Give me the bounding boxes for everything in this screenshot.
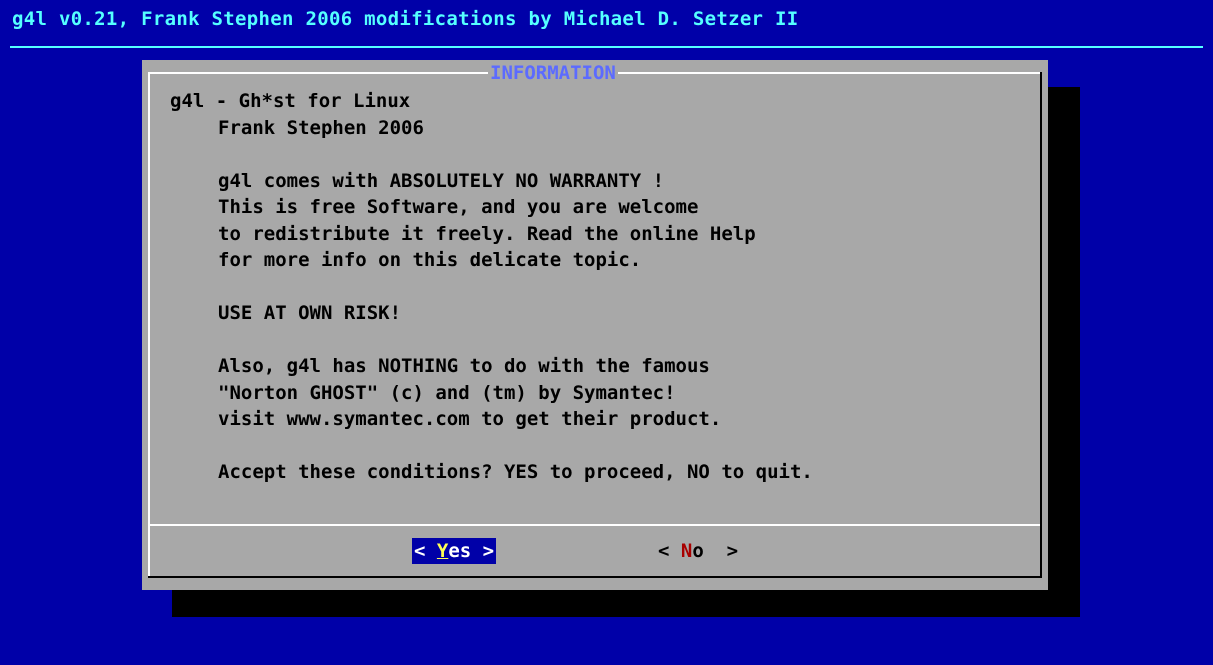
dialog-frame-right [1040,72,1042,578]
message-line: Also, g4l has NOTHING to do with the fam… [218,355,710,377]
message-line: visit www.symantec.com to get their prod… [218,408,722,430]
yes-button-label: es [448,540,472,562]
button-row: < Yes > < No > [142,538,1048,568]
message-line [170,274,813,301]
backtitle-rule [10,46,1203,48]
no-button[interactable]: < No > [656,538,740,564]
message-line: USE AT OWN RISK! [218,302,402,324]
no-button-close: > [703,540,739,562]
button-separator [150,524,1040,526]
message-line [170,433,813,460]
information-dialog: INFORMATION g4l - Gh*st for Linux Frank S… [142,60,1048,590]
yes-button-close: > [471,540,495,562]
backtitle: g4l v0.21, Frank Stephen 2006 modificati… [12,8,799,30]
yes-button[interactable]: < Yes > [412,538,497,564]
dialog-title: INFORMATION [488,62,618,84]
message-line: This is free Software, and you are welco… [218,196,699,218]
yes-button-open: < [414,540,437,562]
dialog-frame-bottom [148,576,1040,578]
message-line: Accept these conditions? YES to proceed,… [218,461,813,483]
message-line: "Norton GHOST" (c) and (tm) by Symantec! [218,381,676,404]
message-line: for more info on this delicate topic. [218,249,642,271]
no-button-open: < [658,540,681,562]
yes-button-hotkey: Y [436,540,449,562]
dialog-frame-left [148,72,150,578]
message-line: g4l comes with ABSOLUTELY NO WARRANTY ! [218,169,665,192]
no-button-hotkey: N [680,540,693,562]
no-button-label: o [692,540,704,562]
message-line: to redistribute it freely. Read the onli… [218,222,756,245]
message-line: g4l - Gh*st for Linux [170,90,411,112]
message-line: Frank Stephen 2006 [218,116,424,139]
message-line [170,327,813,354]
message-line [170,141,813,168]
dialog-message: g4l - Gh*st for Linux Frank Stephen 2006 g… [170,88,813,486]
